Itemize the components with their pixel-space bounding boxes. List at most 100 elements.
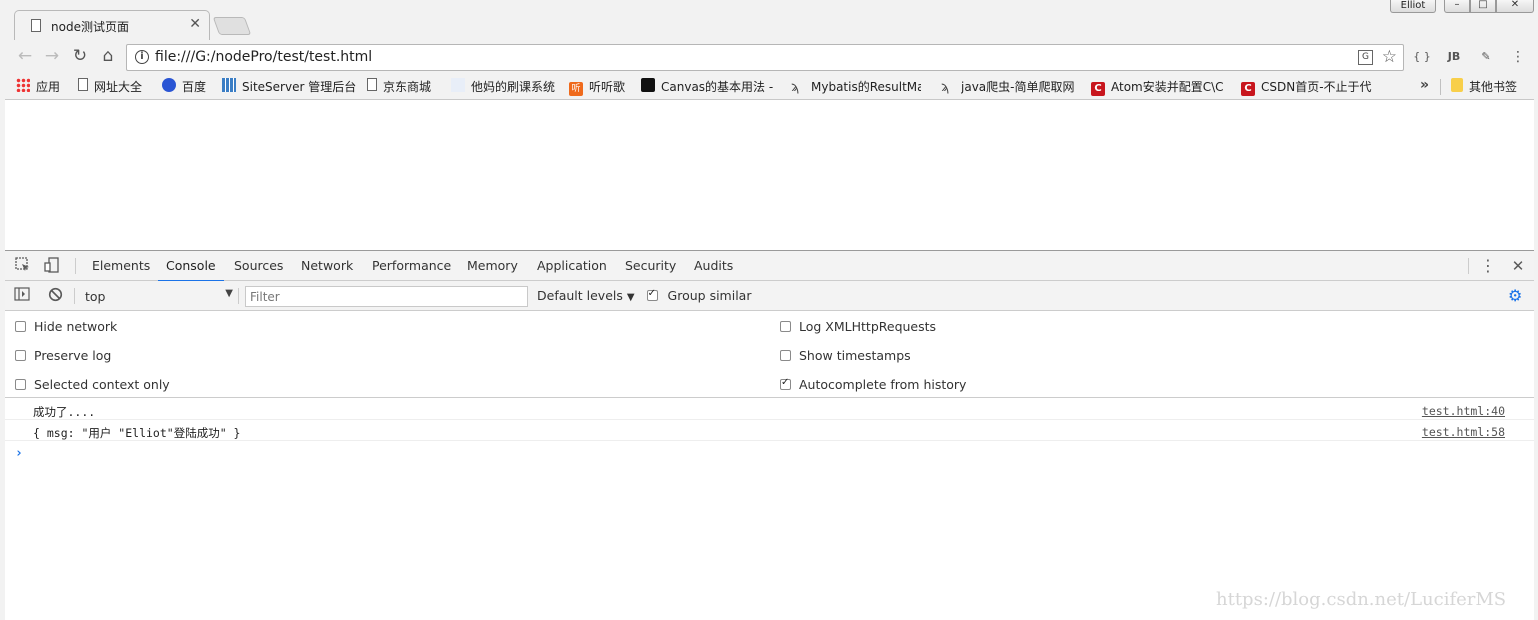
message-text[interactable]: { msg: "用户 "Elliot"登陆成功" } <box>33 425 240 441</box>
forward-button[interactable]: → <box>41 46 63 68</box>
tab-console[interactable]: Console <box>158 251 224 282</box>
console-settings-pane: Hide network Preserve log Selected conte… <box>5 311 1534 398</box>
show-timestamps-checkbox[interactable] <box>780 350 791 361</box>
source-link[interactable]: test.html:58 <box>1422 425 1505 439</box>
option-label: Log XMLHttpRequests <box>799 319 937 334</box>
filter-input[interactable] <box>245 286 528 307</box>
bookmark-course-system[interactable]: 他妈的刷课系统 <box>451 78 555 96</box>
json-extension-icon[interactable]: { } <box>1413 48 1431 66</box>
tab-network[interactable]: Network <box>301 251 353 281</box>
apps-icon <box>16 78 30 92</box>
chrome-menu-icon[interactable]: ⋮ <box>1509 48 1527 66</box>
page-icon <box>78 78 88 91</box>
device-toolbar-icon[interactable] <box>43 257 61 275</box>
close-window-button[interactable]: ✕ <box>1496 0 1534 13</box>
bookmarks-overflow-chevron-icon[interactable]: » <box>1420 77 1429 93</box>
bookmark-other-folder[interactable]: 其他书签 <box>1451 78 1517 96</box>
new-tab-button[interactable] <box>212 17 252 35</box>
context-select[interactable]: top ▼ <box>81 286 233 306</box>
console-prompt-icon[interactable]: › <box>15 446 23 461</box>
option-label: Show timestamps <box>799 348 911 363</box>
maximize-button[interactable]: □ <box>1470 0 1496 13</box>
hide-network-option[interactable]: Hide network <box>15 319 117 334</box>
console-toolbar: top ▼ Default levels ▼ Group similar ⚙ <box>5 281 1534 311</box>
jetbrains-extension-icon[interactable]: JB <box>1445 48 1463 66</box>
show-timestamps-option[interactable]: Show timestamps <box>780 348 911 363</box>
bookmark-star-icon[interactable]: ☆ <box>1382 47 1397 67</box>
log-levels-dropdown[interactable]: Default levels ▼ Group similar <box>537 288 751 303</box>
tab-performance[interactable]: Performance <box>372 251 451 281</box>
bookmark-apps[interactable]: 应用 <box>16 78 60 96</box>
bookmark-siteserver[interactable]: SiteServer 管理后台 <box>222 78 356 96</box>
back-button[interactable]: ← <box>14 46 36 68</box>
inspect-element-icon[interactable] <box>14 257 32 275</box>
csdn-icon: C <box>1091 82 1105 96</box>
bookmark-atom[interactable]: C Atom安装并配置C\C <box>1091 78 1225 96</box>
toolbar-divider <box>238 288 239 304</box>
clear-console-icon[interactable] <box>46 287 64 305</box>
tab-application[interactable]: Application <box>537 251 607 281</box>
home-button[interactable]: ⌂ <box>97 46 119 68</box>
info-icon[interactable]: i <box>135 50 149 64</box>
profile-button[interactable]: Elliot <box>1390 0 1436 13</box>
url-text[interactable]: file:///G:/nodePro/test/test.html <box>155 49 372 65</box>
show-sidebar-icon[interactable] <box>13 287 31 305</box>
tab-close-icon[interactable]: ✕ <box>189 16 201 32</box>
reload-button[interactable]: ↻ <box>69 46 91 68</box>
devtools-panel: Elements Console Sources Network Perform… <box>5 250 1534 620</box>
tab-security[interactable]: Security <box>625 251 676 281</box>
bookmark-jd[interactable]: 京东商城 <box>367 78 431 96</box>
option-label: Selected context only <box>34 377 170 392</box>
address-bar[interactable]: i file:///G:/nodePro/test/test.html G ☆ <box>126 44 1404 71</box>
tab-memory[interactable]: Memory <box>467 251 518 281</box>
console-message: { msg: "用户 "Elliot"登陆成功" } test.html:58 <box>5 420 1534 441</box>
bookmarks-bar: 应用 网址大全 百度 SiteServer 管理后台 京东商城 他妈的刷课系统 … <box>0 73 1538 100</box>
source-link[interactable]: test.html:40 <box>1422 404 1505 418</box>
bookmark-java-crawler[interactable]: ϡ java爬虫-简单爬取网 <box>941 78 1075 96</box>
tab-sources[interactable]: Sources <box>234 251 283 281</box>
selected-context-option[interactable]: Selected context only <box>15 377 170 392</box>
toolbar-divider <box>74 288 75 304</box>
tab-elements[interactable]: Elements <box>92 251 150 281</box>
autocomplete-checkbox[interactable] <box>780 377 791 390</box>
bookmark-csdn[interactable]: C CSDN首页-不止于代 <box>1241 78 1375 96</box>
preserve-log-option[interactable]: Preserve log <box>15 348 111 363</box>
notes-extension-icon[interactable]: ✎ <box>1477 48 1495 66</box>
bookmark-hao123[interactable]: 网址大全 <box>78 78 142 96</box>
bookmark-mybatis[interactable]: ϡ Mybatis的ResultMa <box>791 78 921 96</box>
selected-context-checkbox[interactable] <box>15 379 26 390</box>
devtools-menu-icon[interactable]: ⋮ <box>1479 257 1497 275</box>
tab-title: node测试页面 <box>51 20 129 34</box>
watermark: https://blog.csdn.net/LuciferMS <box>1216 589 1507 610</box>
translate-icon[interactable]: G <box>1358 50 1373 65</box>
toolbar-divider <box>1468 258 1469 274</box>
window-frame-right <box>1534 40 1538 620</box>
close-devtools-icon[interactable]: ✕ <box>1509 257 1527 275</box>
bookmark-canvas[interactable]: Canvas的基本用法 - <box>641 78 777 96</box>
hide-network-checkbox[interactable] <box>15 321 26 332</box>
log-xhr-checkbox[interactable] <box>780 321 791 332</box>
blank-icon <box>451 78 465 92</box>
console-settings-gear-icon[interactable]: ⚙ <box>1508 286 1522 305</box>
tab-audits[interactable]: Audits <box>694 251 733 281</box>
title-bar: node测试页面 ✕ Elliot – □ ✕ <box>0 0 1538 40</box>
autocomplete-option[interactable]: Autocomplete from history <box>780 377 966 392</box>
bookmark-tingting[interactable]: 听听听歌 <box>569 78 625 96</box>
group-similar-checkbox[interactable] <box>646 288 658 301</box>
bookmark-baidu[interactable]: 百度 <box>162 78 206 96</box>
minimize-button[interactable]: – <box>1444 0 1470 13</box>
message-text[interactable]: 成功了.... <box>33 404 95 420</box>
console-output[interactable]: 成功了.... test.html:40 { msg: "用户 "Elliot"… <box>5 398 1534 620</box>
console-message: 成功了.... test.html:40 <box>5 399 1534 420</box>
page-icon <box>367 78 377 91</box>
folder-icon <box>1451 78 1463 92</box>
bird-icon: ϡ <box>791 80 800 95</box>
canvas-icon <box>641 78 655 92</box>
preserve-log-checkbox[interactable] <box>15 350 26 361</box>
log-xhr-option[interactable]: Log XMLHttpRequests <box>780 319 936 334</box>
context-value: top <box>85 289 106 304</box>
browser-tab[interactable]: node测试页面 ✕ <box>14 10 210 40</box>
page-viewport <box>5 101 1534 250</box>
group-similar-label: Group similar <box>667 288 752 303</box>
page-icon <box>31 19 41 32</box>
